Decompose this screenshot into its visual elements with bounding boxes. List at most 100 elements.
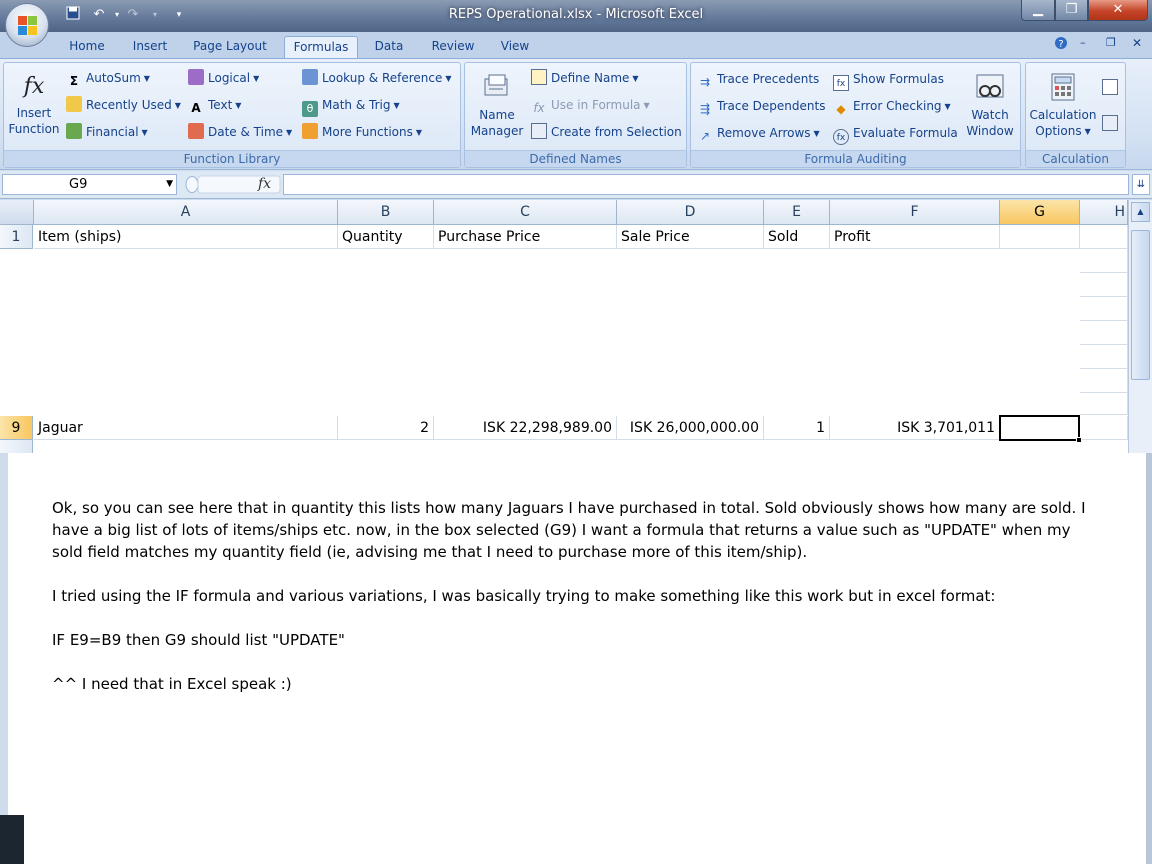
show-formulas-button[interactable]: fx Show Formulas [833, 68, 944, 91]
office-button[interactable] [5, 3, 49, 47]
define-name-button[interactable]: Define Name ▼ [531, 67, 639, 89]
cell-c9[interactable]: ISK 22,298,989.00 [434, 416, 617, 440]
autosum-button[interactable]: Σ AutoSum ▼ [66, 67, 150, 89]
error-checking-button[interactable]: ◆ Error Checking ▼ [833, 95, 950, 117]
ribbon-restore-icon[interactable]: ❐ [1106, 36, 1116, 49]
logical-button[interactable]: Logical ▼ [188, 67, 259, 89]
evaluate-formula-icon: fx [833, 129, 849, 145]
trace-precedents-button[interactable]: ⇉ Trace Precedents [697, 68, 819, 90]
vertical-scrollbar[interactable]: ▲ [1128, 200, 1152, 453]
cell-d9[interactable]: ISK 26,000,000.00 [617, 416, 764, 440]
more-functions-label: More Functions [322, 125, 413, 139]
name-manager-button[interactable]: Name Manager [467, 71, 527, 139]
ribbon-minimize-icon[interactable]: – [1080, 36, 1086, 49]
cell-h7[interactable] [1080, 369, 1128, 393]
tab-data[interactable]: Data [364, 36, 414, 58]
column-header-a[interactable]: A [34, 200, 338, 225]
tab-review[interactable]: Review [422, 36, 484, 58]
insert-function-button[interactable]: fx Insert Function [6, 69, 62, 137]
image-overlay [0, 254, 1078, 416]
formula-input[interactable] [283, 174, 1129, 195]
scroll-up-icon[interactable]: ▲ [1131, 202, 1150, 222]
calculation-options-button[interactable]: Calculation Options ▼ [1028, 71, 1098, 140]
column-header-f[interactable]: F [830, 200, 1000, 225]
lookup-reference-button[interactable]: Lookup & Reference ▼ [302, 67, 452, 89]
column-header-c[interactable]: C [434, 200, 617, 225]
column-header-e[interactable]: E [764, 200, 830, 225]
cell-d1[interactable]: Sale Price [617, 225, 764, 249]
redo-dropdown-icon[interactable]: ▾ [146, 6, 164, 24]
save-icon[interactable] [64, 6, 82, 24]
name-tag-icon [484, 74, 508, 96]
redo-icon[interactable]: ↷ [124, 6, 142, 24]
trace-precedents-label: Trace Precedents [717, 72, 820, 86]
row-header-9[interactable]: 9 [0, 416, 33, 440]
undo-icon[interactable]: ↶ [90, 6, 108, 24]
insert-function-fx-icon[interactable]: fx [258, 176, 271, 192]
more-functions-button[interactable]: More Functions ▼ [302, 121, 422, 143]
watch-window-label-1: Watch [971, 108, 1009, 122]
cell-e9[interactable]: 1 [764, 416, 830, 440]
text-button[interactable]: A Text ▼ [188, 94, 241, 116]
name-box[interactable]: G9 ▼ [2, 174, 177, 195]
cell-c1[interactable]: Purchase Price [434, 225, 617, 249]
date-time-button[interactable]: Date & Time ▼ [188, 121, 292, 143]
trace-dependents-button[interactable]: ⇶ Trace Dependents [697, 95, 825, 117]
tab-formulas[interactable]: Formulas [284, 36, 358, 58]
column-header-d[interactable]: D [617, 200, 764, 225]
customize-toolbar-icon[interactable]: ▾ [170, 6, 188, 24]
use-in-formula-button[interactable]: fx Use in Formula ▼ [531, 94, 649, 116]
remove-arrows-icon: ↗ [699, 129, 711, 143]
create-from-selection-button[interactable]: Create from Selection [531, 121, 682, 143]
tab-insert[interactable]: Insert [122, 36, 178, 58]
tab-view[interactable]: View [492, 36, 538, 58]
cell-a1[interactable]: Item (ships) [34, 225, 338, 249]
chevron-down-icon[interactable]: ▼ [166, 175, 173, 194]
maximize-button[interactable]: ❐ [1055, 0, 1088, 21]
recently-used-button[interactable]: Recently Used ▼ [66, 94, 181, 116]
expand-formula-bar-icon[interactable]: ⇊ [1132, 174, 1150, 195]
cell-h3[interactable] [1080, 273, 1128, 297]
tab-page-layout[interactable]: Page Layout [184, 36, 276, 58]
select-all-corner[interactable] [0, 200, 34, 225]
row-header-1[interactable]: 1 [0, 225, 33, 249]
remove-arrows-button[interactable]: ↗ Remove Arrows ▼ [697, 122, 820, 144]
lookup-magnifier-icon [302, 69, 318, 85]
calculate-now-button[interactable] [1102, 77, 1122, 99]
column-header-g[interactable]: G [1000, 200, 1080, 225]
cell-h4[interactable] [1080, 297, 1128, 321]
cell-h8[interactable] [1080, 393, 1128, 415]
cell-f1[interactable]: Profit [830, 225, 1000, 249]
financial-button[interactable]: Financial ▼ [66, 121, 148, 143]
date-time-label: Date & Time [208, 125, 284, 139]
watch-window-button[interactable]: Watch Window [961, 71, 1019, 139]
cell-h9[interactable] [1080, 416, 1128, 440]
cell-b9[interactable]: 2 [338, 416, 434, 440]
cell-f9[interactable]: ISK 3,701,011 [830, 416, 1000, 440]
tab-home[interactable]: Home [58, 36, 116, 58]
cell-b1[interactable]: Quantity [338, 225, 434, 249]
evaluate-formula-button[interactable]: fx Evaluate Formula [833, 122, 958, 145]
cell-h5[interactable] [1080, 321, 1128, 345]
error-checking-label: Error Checking [853, 99, 942, 113]
fill-handle[interactable] [1076, 437, 1082, 443]
cell-e1[interactable]: Sold [764, 225, 830, 249]
math-trig-button[interactable]: θ Math & Trig ▼ [302, 94, 400, 117]
cell-a9[interactable]: Jaguar [34, 416, 338, 440]
help-icon[interactable]: ? [1054, 36, 1068, 53]
minimize-button[interactable]: ▁ [1021, 0, 1055, 21]
close-button[interactable]: ✕ [1088, 0, 1148, 21]
cell-g1[interactable] [1000, 225, 1080, 249]
row-header-10[interactable] [0, 440, 33, 453]
column-header-h[interactable]: H [1080, 200, 1128, 225]
cell-h1[interactable] [1080, 225, 1128, 249]
scroll-thumb[interactable] [1131, 230, 1150, 380]
cell-h6[interactable] [1080, 345, 1128, 369]
chevron-down-icon: ▼ [813, 129, 820, 138]
calculate-sheet-button[interactable] [1102, 113, 1122, 135]
workbook-close-icon[interactable]: ✕ [1132, 36, 1142, 50]
note-paragraph-3: IF E9=B9 then G9 should list "UPDATE" [52, 631, 345, 649]
cell-h2[interactable] [1080, 249, 1128, 273]
column-header-b[interactable]: B [338, 200, 434, 225]
active-cell-selection[interactable] [999, 415, 1082, 443]
